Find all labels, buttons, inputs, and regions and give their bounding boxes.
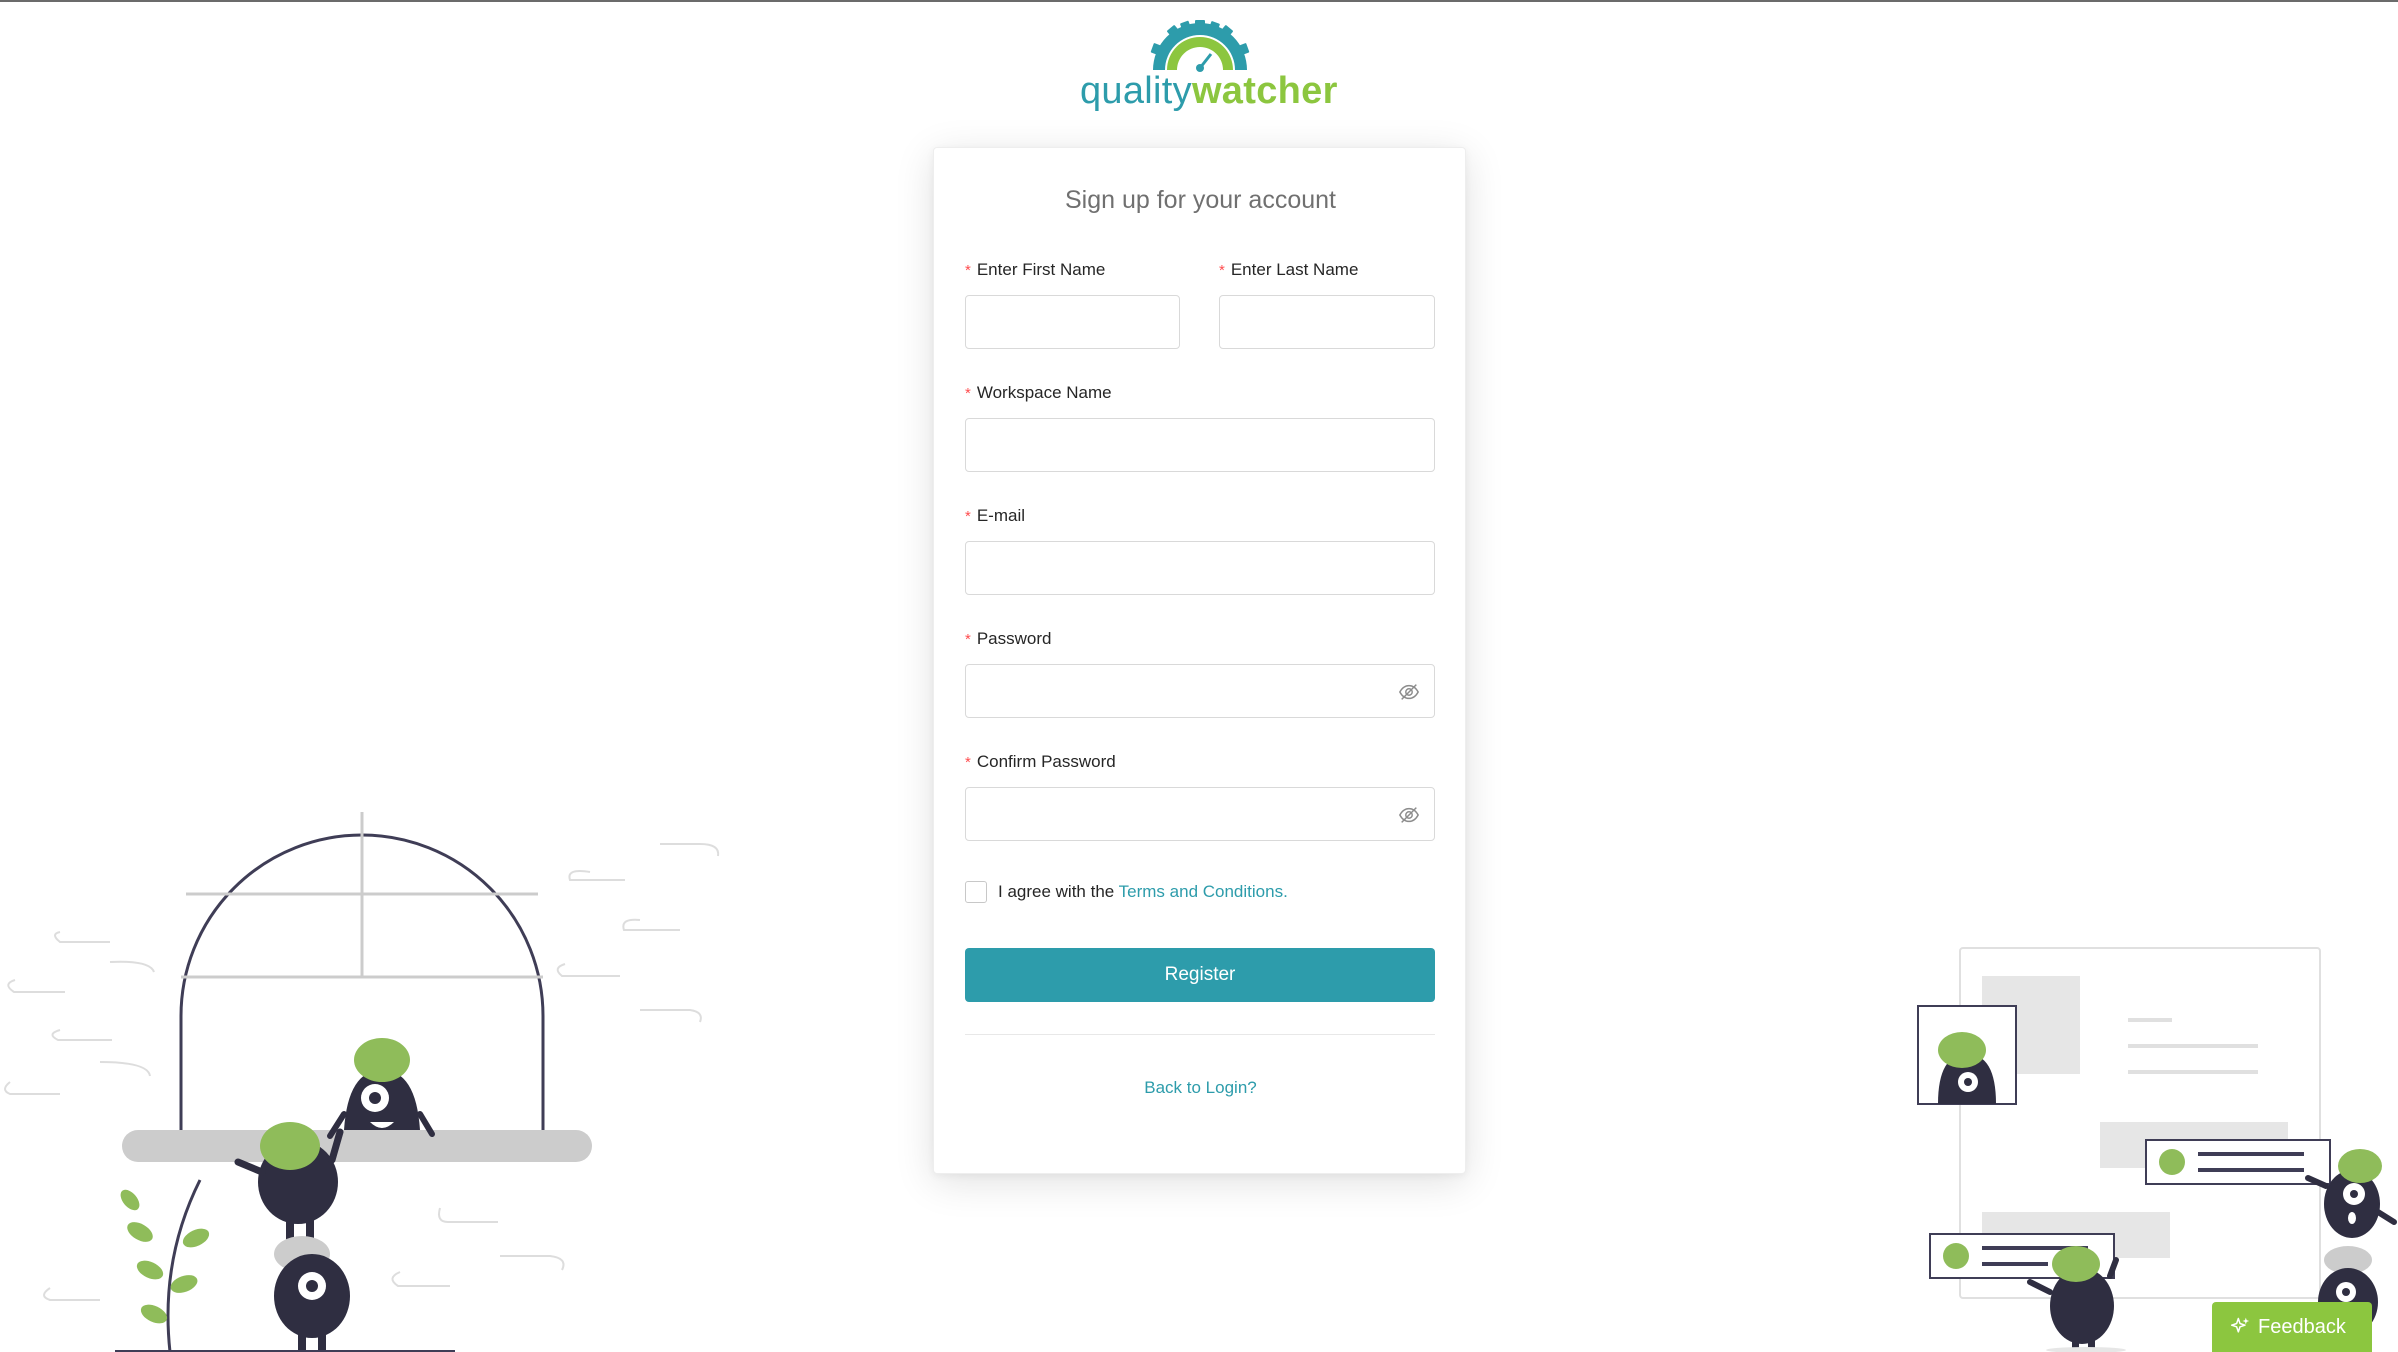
qualitywatcher-logo: qualitywatcher xyxy=(1080,20,1337,116)
feedback-label: Feedback xyxy=(2258,1316,2346,1338)
signup-card: Sign up for your account * Enter First Na… xyxy=(933,147,1466,1174)
terms-checkbox[interactable] xyxy=(965,881,987,903)
terms-text: I agree with the xyxy=(998,882,1119,901)
sparkle-icon xyxy=(2230,1317,2250,1333)
required-mark: * xyxy=(965,262,971,279)
first-name-input[interactable] xyxy=(965,295,1180,349)
last-name-label: * Enter Last Name xyxy=(1219,260,1358,280)
required-mark: * xyxy=(1219,262,1225,279)
logo-wordmark: qualitywatcher xyxy=(1080,70,1337,112)
email-label-text: E-mail xyxy=(976,506,1026,525)
eye-invisible-icon[interactable] xyxy=(1398,681,1420,703)
plant-illustration xyxy=(120,1179,210,1352)
workspace-label: * Workspace Name xyxy=(965,383,1112,403)
dashboard-monsters-illustration xyxy=(1917,947,2397,1352)
top-border xyxy=(0,0,2398,2)
workspace-label-text: Workspace Name xyxy=(976,383,1112,402)
password-label-text: Password xyxy=(976,629,1052,648)
terms-link[interactable]: Terms and Conditions. xyxy=(1119,882,1288,901)
gauge-logo-icon xyxy=(1150,20,1250,72)
form-title: Sign up for your account xyxy=(1065,186,1336,214)
eye-invisible-icon[interactable] xyxy=(1398,804,1420,826)
confirm-password-input[interactable] xyxy=(965,787,1435,841)
password-label: * Password xyxy=(965,629,1051,649)
email-label: * E-mail xyxy=(965,506,1025,526)
signup-page: qualitywatcher Sign up for your account … xyxy=(0,0,2398,1352)
email-input[interactable] xyxy=(965,541,1435,595)
required-mark: * xyxy=(965,385,971,402)
first-name-label: * Enter First Name xyxy=(965,260,1105,280)
peeking-monster-illustration xyxy=(327,1038,435,1139)
logo-text-quality: quality xyxy=(1080,70,1192,112)
password-input[interactable] xyxy=(965,664,1435,718)
window-monsters-illustration xyxy=(4,812,720,1352)
first-name-label-text: Enter First Name xyxy=(976,260,1106,279)
feedback-button[interactable]: Feedback xyxy=(2212,1302,2372,1352)
back-to-login-link[interactable]: Back to Login? xyxy=(934,1078,1467,1098)
last-name-label-text: Enter Last Name xyxy=(1230,260,1359,279)
divider xyxy=(965,1034,1435,1035)
logo-text-watcher: watcher xyxy=(1191,70,1338,112)
required-mark: * xyxy=(965,508,971,525)
required-mark: * xyxy=(965,754,971,771)
register-button[interactable]: Register xyxy=(965,948,1435,1002)
terms-agreement: I agree with the Terms and Conditions. xyxy=(998,882,1288,902)
confirm-password-label-text: Confirm Password xyxy=(976,752,1116,771)
last-name-input[interactable] xyxy=(1219,295,1435,349)
workspace-input[interactable] xyxy=(965,418,1435,472)
confirm-password-label: * Confirm Password xyxy=(965,752,1116,772)
required-mark: * xyxy=(965,631,971,648)
